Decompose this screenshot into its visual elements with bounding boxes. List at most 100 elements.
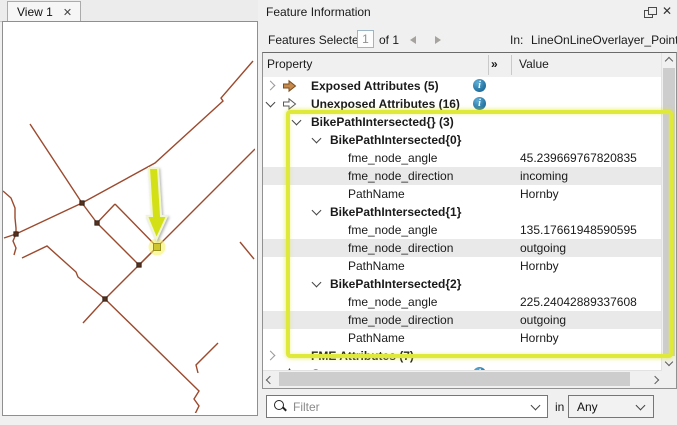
- scroll-up-icon[interactable]: [665, 57, 673, 65]
- collapse-chevron-icon[interactable]: [312, 278, 322, 288]
- column-divider[interactable]: [511, 55, 512, 75]
- exposed-attributes-icon: [282, 79, 297, 93]
- property-cell: fme_node_angle: [348, 295, 437, 309]
- column-overflow-icon[interactable]: »: [491, 57, 498, 71]
- property-cell: fme_node_direction: [348, 241, 453, 255]
- property-cell: BikePathIntersected{2}: [330, 277, 461, 291]
- vertical-scrollbar[interactable]: [661, 53, 676, 373]
- tree-row[interactable]: fme_node_angle 135.17661948590595: [263, 221, 662, 239]
- scroll-right-icon[interactable]: [651, 376, 659, 384]
- tree-row[interactable]: fme_node_direction outgoing: [263, 239, 662, 257]
- property-cell: fme_node_direction: [348, 313, 453, 327]
- scroll-down-icon[interactable]: [665, 358, 673, 366]
- filter-scope-select[interactable]: Any: [568, 395, 654, 418]
- vertex-node: [137, 263, 141, 267]
- tree-row[interactable]: Unexposed Attributes (16) i: [263, 95, 662, 113]
- collapse-chevron-icon[interactable]: [312, 134, 322, 144]
- tree-row[interactable]: PathName Hornby: [263, 329, 662, 347]
- scope-dropdown-chevron-icon: [636, 401, 646, 411]
- vertex-node: [80, 201, 84, 205]
- filter-dropdown-chevron-icon[interactable]: [531, 401, 541, 411]
- map-canvas[interactable]: [3, 22, 255, 413]
- expand-chevron-icon[interactable]: [266, 81, 276, 91]
- tree-row[interactable]: fme_node_directionoutgoing: [263, 311, 662, 329]
- value-column-header[interactable]: Value: [519, 57, 549, 71]
- selected-point[interactable]: [154, 244, 161, 251]
- column-divider[interactable]: [488, 55, 489, 75]
- road-line: [3, 191, 16, 255]
- features-selected-label: Features Selected:: [268, 33, 369, 47]
- value-cell: incoming: [520, 169, 568, 183]
- property-cell: fme_node_angle: [348, 151, 437, 165]
- tree-row[interactable]: PathName Hornby: [263, 185, 662, 203]
- tree-row[interactable]: fme_node_angle 225.24042889337608: [263, 293, 662, 311]
- tree-row[interactable]: BikePathIntersected{} (3): [263, 113, 662, 131]
- road-line: [240, 242, 254, 259]
- tree-row[interactable]: FME Attributes (7): [263, 347, 662, 365]
- previous-feature-icon[interactable]: [410, 36, 416, 44]
- value-cell: Hornby: [520, 331, 559, 345]
- property-cell: BikePathIntersected{} (3): [311, 115, 454, 129]
- tree-row[interactable]: BikePathIntersected{0}: [263, 131, 662, 149]
- property-cell: PathName: [348, 259, 405, 273]
- selected-feature-index: 1: [357, 30, 374, 48]
- view-tab-bar: View 1 ✕: [0, 0, 258, 22]
- road-line: [30, 124, 97, 223]
- collapse-chevron-icon[interactable]: [292, 116, 302, 126]
- search-icon: [274, 400, 284, 410]
- of-count-label: of 1: [379, 33, 399, 47]
- map-viewport[interactable]: [2, 21, 258, 416]
- tree-row[interactable]: BikePathIntersected{2}: [263, 275, 662, 293]
- expand-chevron-icon[interactable]: [266, 351, 276, 361]
- tree-row[interactable]: fme_node_direction incoming: [263, 167, 662, 185]
- unexposed-attributes-icon: [282, 97, 297, 111]
- selection-arrow-icon: [147, 168, 167, 239]
- property-cell: FME Attributes (7): [311, 349, 414, 363]
- panel-close-icon[interactable]: ✕: [662, 4, 672, 18]
- value-cell: 45.239669767820835: [520, 151, 637, 165]
- road-line: [83, 149, 255, 323]
- scroll-left-icon[interactable]: [266, 376, 274, 384]
- view-tab-close-icon[interactable]: ✕: [63, 6, 72, 19]
- value-cell: Hornby: [520, 259, 559, 273]
- tab-view-1[interactable]: View 1 ✕: [7, 1, 81, 22]
- horizontal-scrollbar[interactable]: [263, 370, 662, 388]
- property-cell: fme_node_angle: [348, 223, 437, 237]
- value-cell: Hornby: [520, 187, 559, 201]
- property-cell: BikePathIntersected{0}: [330, 133, 461, 147]
- collapse-chevron-icon[interactable]: [266, 98, 276, 108]
- value-cell: outgoing: [520, 241, 566, 255]
- tree-row[interactable]: Exposed Attributes (5) i: [263, 77, 662, 95]
- tree-row[interactable]: fme_node_angle 45.239669767820835: [263, 149, 662, 167]
- panel-title: Feature Information: [266, 5, 371, 19]
- property-cell: Exposed Attributes (5): [311, 79, 439, 93]
- road-line: [22, 246, 199, 413]
- property-cell: PathName: [348, 187, 405, 201]
- filter-scope-value: Any: [577, 400, 598, 414]
- value-cell: 225.24042889337608: [520, 295, 637, 309]
- info-icon[interactable]: i: [473, 79, 486, 92]
- scrollbar-corner: [662, 371, 676, 388]
- tree-row[interactable]: BikePathIntersected{1}: [263, 203, 662, 221]
- value-cell: 135.17661948590595: [520, 223, 637, 237]
- info-icon[interactable]: i: [473, 97, 486, 110]
- road-line: [196, 343, 218, 373]
- horizontal-scroll-thumb[interactable]: [279, 372, 630, 386]
- tree-row[interactable]: PathName Hornby: [263, 257, 662, 275]
- property-cell: PathName: [348, 331, 405, 345]
- view-tab-label: View 1: [17, 5, 53, 19]
- property-cell: Unexposed Attributes (16): [311, 97, 460, 111]
- property-column-header[interactable]: Property: [267, 57, 312, 71]
- vertical-scroll-thumb[interactable]: [663, 68, 675, 356]
- vertex-node: [14, 232, 18, 236]
- tree-rows: Exposed Attributes (5)iUnexposed Attribu…: [263, 77, 662, 371]
- collapse-chevron-icon[interactable]: [312, 206, 322, 216]
- filter-in-label: in: [555, 400, 564, 414]
- next-feature-icon[interactable]: [435, 36, 441, 44]
- in-label: In:: [510, 33, 523, 47]
- filter-input[interactable]: Filter: [266, 395, 548, 418]
- float-window-icon[interactable]: [644, 7, 657, 18]
- property-tree: Property » Value Exposed Attributes (5) i…: [262, 52, 677, 389]
- property-cell: fme_node_direction: [348, 169, 453, 183]
- road-line: [4, 61, 253, 238]
